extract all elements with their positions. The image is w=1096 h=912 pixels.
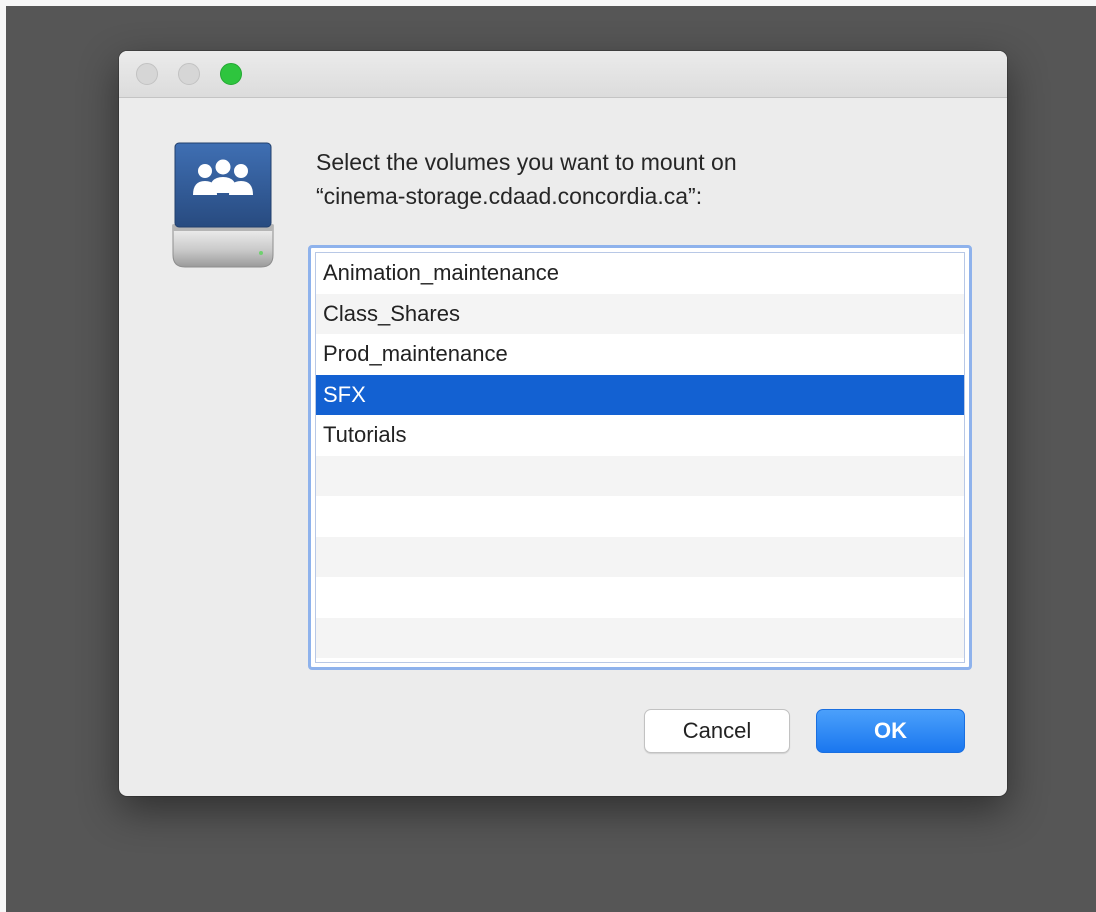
volume-row-tutorials[interactable]: Tutorials [316,415,964,456]
volume-row-animation-maintenance[interactable]: Animation_maintenance [316,253,964,294]
empty-row [316,577,964,618]
title-bar [119,51,1007,98]
prompt-line-2: “cinema-storage.cdaad.concordia.ca”: [316,183,703,209]
network-shared-volume-icon [172,142,274,268]
ok-button[interactable]: OK [816,709,965,753]
empty-row [316,617,964,658]
cancel-button[interactable]: Cancel [644,709,790,753]
empty-row [316,496,964,537]
mount-volumes-dialog: Select the volumes you want to mount on … [119,51,1007,796]
desktop-background-strip [0,0,1096,6]
zoom-icon[interactable] [220,63,242,85]
volume-list-frame: Animation_maintenance Class_Shares Prod_… [308,245,972,670]
empty-row [316,536,964,577]
volume-row-prod-maintenance[interactable]: Prod_maintenance [316,334,964,375]
empty-row [316,455,964,496]
minimize-icon[interactable] [178,63,200,85]
volume-row-sfx[interactable]: SFX [316,374,964,415]
desktop-background-strip [0,0,6,912]
prompt-line-1: Select the volumes you want to mount on [316,149,737,175]
close-icon[interactable] [136,63,158,85]
volume-row-class-shares[interactable]: Class_Shares [316,293,964,334]
prompt-text: Select the volumes you want to mount on … [316,145,956,213]
volume-list[interactable]: Animation_maintenance Class_Shares Prod_… [315,252,965,663]
